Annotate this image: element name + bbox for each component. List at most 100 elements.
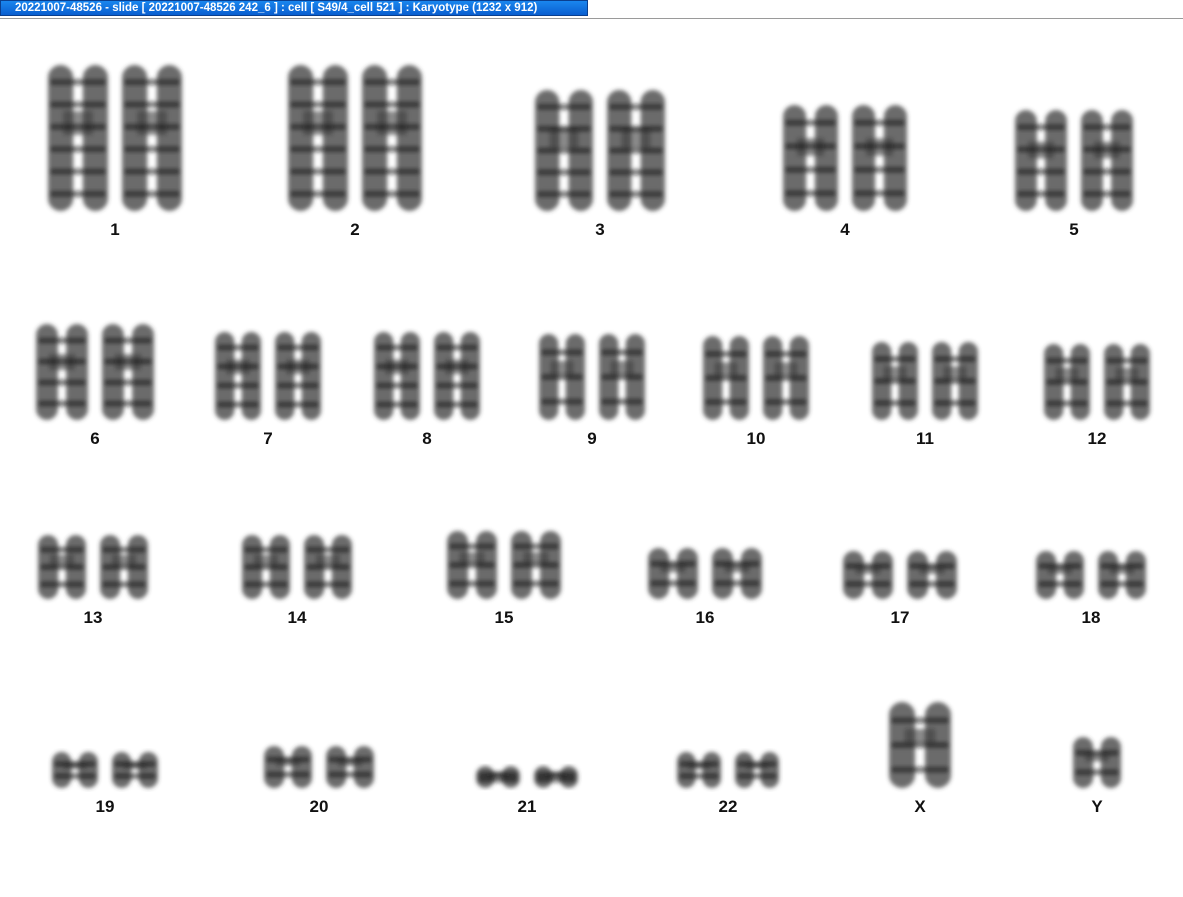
chromosome-pair-21[interactable]: [476, 764, 578, 790]
chromosome-pair-15[interactable]: [447, 529, 561, 601]
chromosome: [872, 342, 918, 420]
chromosome: [362, 65, 422, 211]
chromosome-pair-y[interactable]: [1073, 735, 1121, 790]
chromosome-label-17: 17: [890, 608, 910, 627]
chromosome: [535, 90, 593, 211]
chromosome-label-15: 15: [494, 608, 514, 627]
chromosome-pair-14[interactable]: [242, 533, 352, 601]
chromosome-label-20: 20: [309, 797, 329, 816]
chromosome-pair-10[interactable]: [703, 334, 809, 422]
chromosome: [763, 336, 809, 420]
chromosome: [852, 105, 907, 211]
chromosome-label-10: 10: [746, 429, 766, 448]
chromosome-label-11: 11: [916, 429, 934, 448]
chromosome-pair-18[interactable]: [1036, 549, 1146, 601]
chromosome-pair-graphic: [703, 336, 809, 420]
chromosome: [38, 535, 86, 599]
chromosome-label-14: 14: [287, 608, 307, 627]
chromosome-pair-graphic: [872, 342, 978, 420]
chromosome: [607, 90, 665, 211]
chromosome-label-7: 7: [263, 429, 273, 448]
karyotype-area: 1 2 3 4 5 6 7 8 9 10 11 12 13 14 15 16 17 18 19 20 21 22 X Y: [0, 19, 1183, 897]
chromosome-pair-graphic: [38, 535, 148, 599]
chromosome-pair-20[interactable]: [264, 744, 374, 790]
chromosome-pair-graphic: [535, 90, 665, 211]
chromosome-pair-9[interactable]: [539, 332, 645, 422]
chromosome-pair-12[interactable]: [1044, 342, 1150, 422]
chromosome: [102, 324, 154, 420]
chromosome: [275, 332, 321, 420]
window-title: 20221007-48526 - slide [ 20221007-48526 …: [0, 0, 588, 16]
chromosome-label-16: 16: [695, 608, 715, 627]
chromosome-pair-11[interactable]: [872, 340, 978, 422]
chromosome-pair-7[interactable]: [215, 330, 321, 422]
chromosome-label-9: 9: [587, 429, 597, 448]
chromosome-pair-2[interactable]: [288, 63, 422, 213]
chromosome: [122, 65, 182, 211]
chromosome-label-8: 8: [422, 429, 432, 448]
chromosome: [843, 551, 893, 599]
chromosome: [215, 332, 261, 420]
chromosome: [326, 746, 374, 788]
chromosome-pair-22[interactable]: [677, 750, 779, 790]
chromosome: [932, 342, 978, 420]
chromosome-pair-graphic: [288, 65, 422, 211]
chromosome-pair-x[interactable]: [889, 700, 951, 790]
chromosome: [1104, 344, 1150, 420]
chromosome: [1044, 344, 1090, 420]
chromosome: [264, 746, 312, 788]
chromosome: [1098, 551, 1146, 599]
chromosome: [534, 766, 578, 788]
chromosome: [735, 752, 779, 788]
chromosome-pair-17[interactable]: [843, 549, 957, 601]
chromosome-label-y: Y: [1091, 797, 1103, 816]
chromosome-pair-graphic: [447, 531, 561, 599]
chromosome: [434, 332, 480, 420]
chromosome-pair-1[interactable]: [48, 63, 182, 213]
chromosome: [52, 752, 98, 788]
chromosome: [447, 531, 497, 599]
chromosome: [677, 752, 721, 788]
chromosome: [242, 535, 290, 599]
chromosome-pair-graphic: [242, 535, 352, 599]
chromosome-label-22: 22: [718, 797, 738, 816]
chromosome-pair-3[interactable]: [535, 88, 665, 213]
chromosome-label-21: 21: [517, 797, 537, 816]
chromosome: [889, 702, 951, 788]
chromosome-pair-graphic: [476, 766, 578, 788]
chromosome-label-13: 13: [83, 608, 103, 627]
chromosome-pair-5[interactable]: [1015, 108, 1133, 213]
chromosome-pair-graphic: [1073, 737, 1121, 788]
chromosome-pair-8[interactable]: [374, 330, 480, 422]
chromosome-pair-16[interactable]: [648, 546, 762, 601]
chromosome-label-1: 1: [110, 220, 120, 239]
chromosome: [539, 334, 585, 420]
chromosome-pair-graphic: [648, 548, 762, 599]
chromosome-pair-13[interactable]: [38, 533, 148, 601]
chromosome: [1036, 551, 1084, 599]
chromosome-pair-graphic: [48, 65, 182, 211]
chromosome-pair-6[interactable]: [36, 322, 154, 422]
chromosome: [1073, 737, 1121, 788]
chromosome: [648, 548, 698, 599]
chromosome: [907, 551, 957, 599]
chromosome-label-2: 2: [350, 220, 360, 239]
chromosome-pair-graphic: [677, 752, 779, 788]
chromosome: [703, 336, 749, 420]
chromosome: [783, 105, 838, 211]
chromosome: [1015, 110, 1067, 211]
chromosome-label-x: X: [914, 797, 926, 816]
chromosome: [36, 324, 88, 420]
chromosome-label-19: 19: [95, 797, 115, 816]
chromosome: [100, 535, 148, 599]
chromosome: [48, 65, 108, 211]
chromosome-pair-graphic: [215, 332, 321, 420]
chromosome-pair-graphic: [1044, 344, 1150, 420]
chromosome-pair-19[interactable]: [52, 750, 158, 790]
chromosome-pair-graphic: [52, 752, 158, 788]
chromosome-pair-graphic: [843, 551, 957, 599]
chromosome-label-5: 5: [1069, 220, 1079, 239]
chromosome-pair-graphic: [889, 702, 951, 788]
chromosome-pair-4[interactable]: [783, 103, 907, 213]
chromosome-label-18: 18: [1081, 608, 1101, 627]
